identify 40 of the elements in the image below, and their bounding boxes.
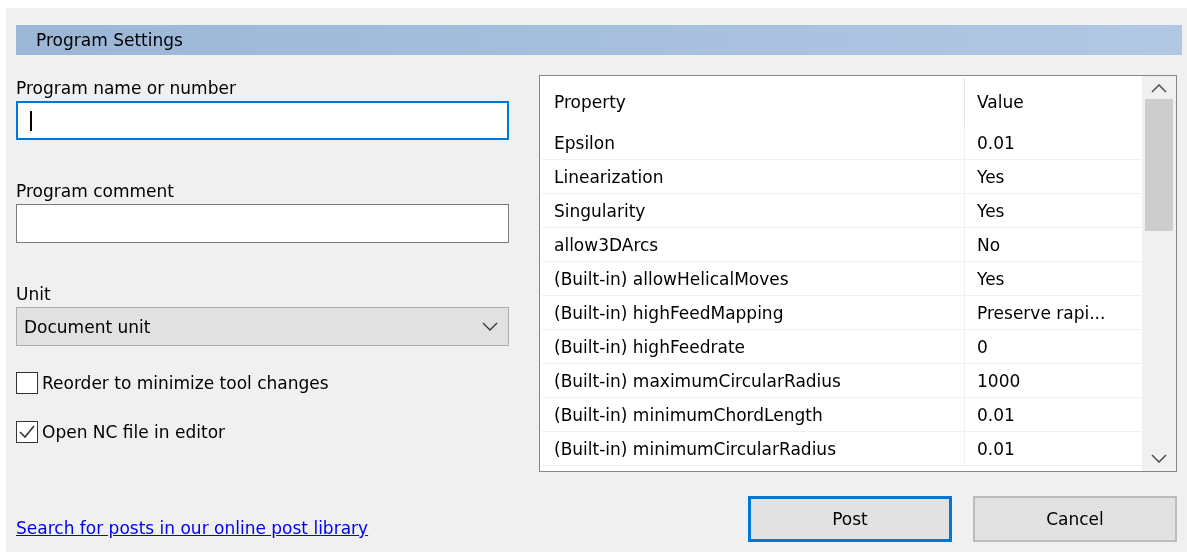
table-cell-text: 0.01	[976, 437, 1016, 461]
checkbox[interactable]	[16, 421, 38, 443]
table-cell: (Built-in) maximumCircularRadius	[542, 364, 965, 397]
table-cell-text: Yes	[976, 267, 1006, 291]
table-cell-text: 0.01	[976, 403, 1016, 427]
table-cell-text: 0.01	[976, 131, 1016, 155]
table-cell: Singularity	[542, 194, 965, 227]
column-header[interactable]: Property	[542, 78, 965, 126]
table-cell-text: Yes	[976, 165, 1006, 189]
table-cell-text: Yes	[976, 199, 1006, 223]
table-cell-text: No	[976, 233, 1002, 257]
field-label: Program comment	[16, 180, 175, 203]
table-cell-text: 1000	[976, 369, 1022, 393]
input-field[interactable]	[16, 204, 509, 243]
post-library-link[interactable]: Search for posts in our online post library	[16, 518, 369, 538]
cancel-button[interactable]: Cancel	[973, 496, 1177, 542]
input-field[interactable]	[16, 101, 509, 140]
table-cell: (Built-in) highFeedMapping	[542, 296, 965, 329]
table-cell: (Built-in) minimumChordLength	[542, 398, 965, 431]
section-header: Program Settings	[16, 25, 1182, 55]
field-label: Unit	[16, 283, 52, 306]
scrollbar-thumb[interactable]	[1145, 99, 1173, 231]
table-cell: Linearization	[542, 160, 965, 193]
scroll-up-icon[interactable]	[1151, 84, 1167, 93]
scroll-down-icon[interactable]	[1151, 454, 1167, 463]
table-cell: allow3DArcs	[542, 228, 965, 261]
column-header[interactable]: Value	[965, 78, 1142, 126]
table-cell: (Built-in) minimumCircularRadius	[542, 432, 965, 465]
table-cell: Epsilon	[542, 126, 965, 159]
field-label: Program name or number	[16, 77, 237, 100]
checkbox-label[interactable]: Open NC file in editor	[42, 422, 226, 442]
chevron-down-icon	[482, 322, 498, 331]
table-cell: (Built-in) highFeedrate	[542, 330, 965, 363]
table-cell-text: Preserve rapi...	[976, 301, 1107, 325]
table-cell-text: 0	[976, 335, 989, 359]
table-cell: (Built-in) allowHelicalMoves	[542, 262, 965, 295]
unit-dropdown[interactable]: Document unit	[16, 307, 509, 346]
post-button[interactable]: Post	[748, 496, 952, 542]
checkbox-label[interactable]: Reorder to minimize tool changes	[42, 373, 329, 393]
checkbox[interactable]	[16, 372, 38, 394]
